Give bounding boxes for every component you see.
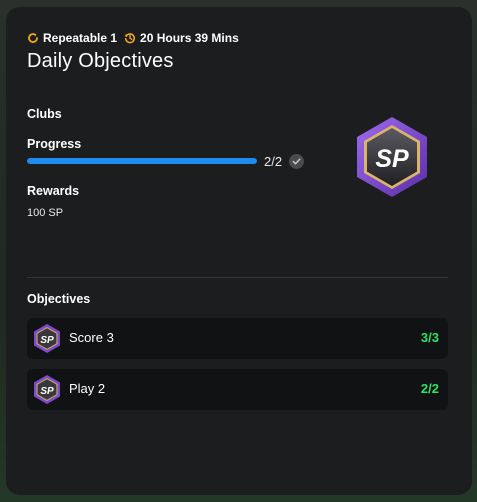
- objective-meta: Repeatable 1 20 Hours 39 Mins: [27, 31, 239, 45]
- checkmark-glyph: [292, 158, 301, 165]
- sp-badge-icon: SP: [357, 117, 427, 197]
- timer-indicator: 20 Hours 39 Mins: [124, 31, 239, 45]
- sp-badge-icon: SP: [34, 375, 60, 404]
- progress-label: Progress: [27, 137, 82, 151]
- objective-row-play[interactable]: SP Play 2 2/2: [27, 369, 448, 410]
- repeatable-indicator: Repeatable 1: [27, 31, 117, 45]
- objectives-heading: Objectives: [27, 292, 91, 306]
- sp-badge-text: SP: [40, 335, 54, 346]
- page-title: Daily Objectives: [27, 50, 174, 72]
- objectives-list: SP Score 3 3/3 SP Play 2 2/2: [27, 318, 448, 420]
- history-clock-icon: [124, 33, 136, 44]
- rewards-label: Rewards: [27, 184, 80, 198]
- progress-value: 2/2: [264, 154, 283, 169]
- category-label: Clubs: [27, 107, 62, 121]
- objective-count: 3/3: [420, 330, 439, 345]
- sp-badge-icon: SP: [34, 324, 60, 353]
- objective-count: 2/2: [420, 381, 439, 396]
- section-divider: [27, 277, 448, 278]
- reward-value: 100 SP: [27, 207, 64, 219]
- objective-row-score[interactable]: SP Score 3 3/3: [27, 318, 448, 359]
- timer-label: 20 Hours 39 Mins: [140, 31, 239, 45]
- progress-bar-fill: [27, 158, 257, 164]
- objective-label: Play 2: [69, 381, 106, 396]
- objectives-card: Repeatable 1 20 Hours 39 Mins Daily Obje…: [6, 7, 472, 495]
- checkmark-icon: [289, 154, 304, 169]
- progress-bar: [27, 158, 257, 164]
- repeatable-label: Repeatable 1: [43, 31, 118, 45]
- sp-badge-text: SP: [375, 145, 409, 173]
- sp-badge-text: SP: [40, 386, 54, 397]
- objective-label: Score 3: [69, 330, 114, 345]
- repeat-icon: [28, 33, 38, 43]
